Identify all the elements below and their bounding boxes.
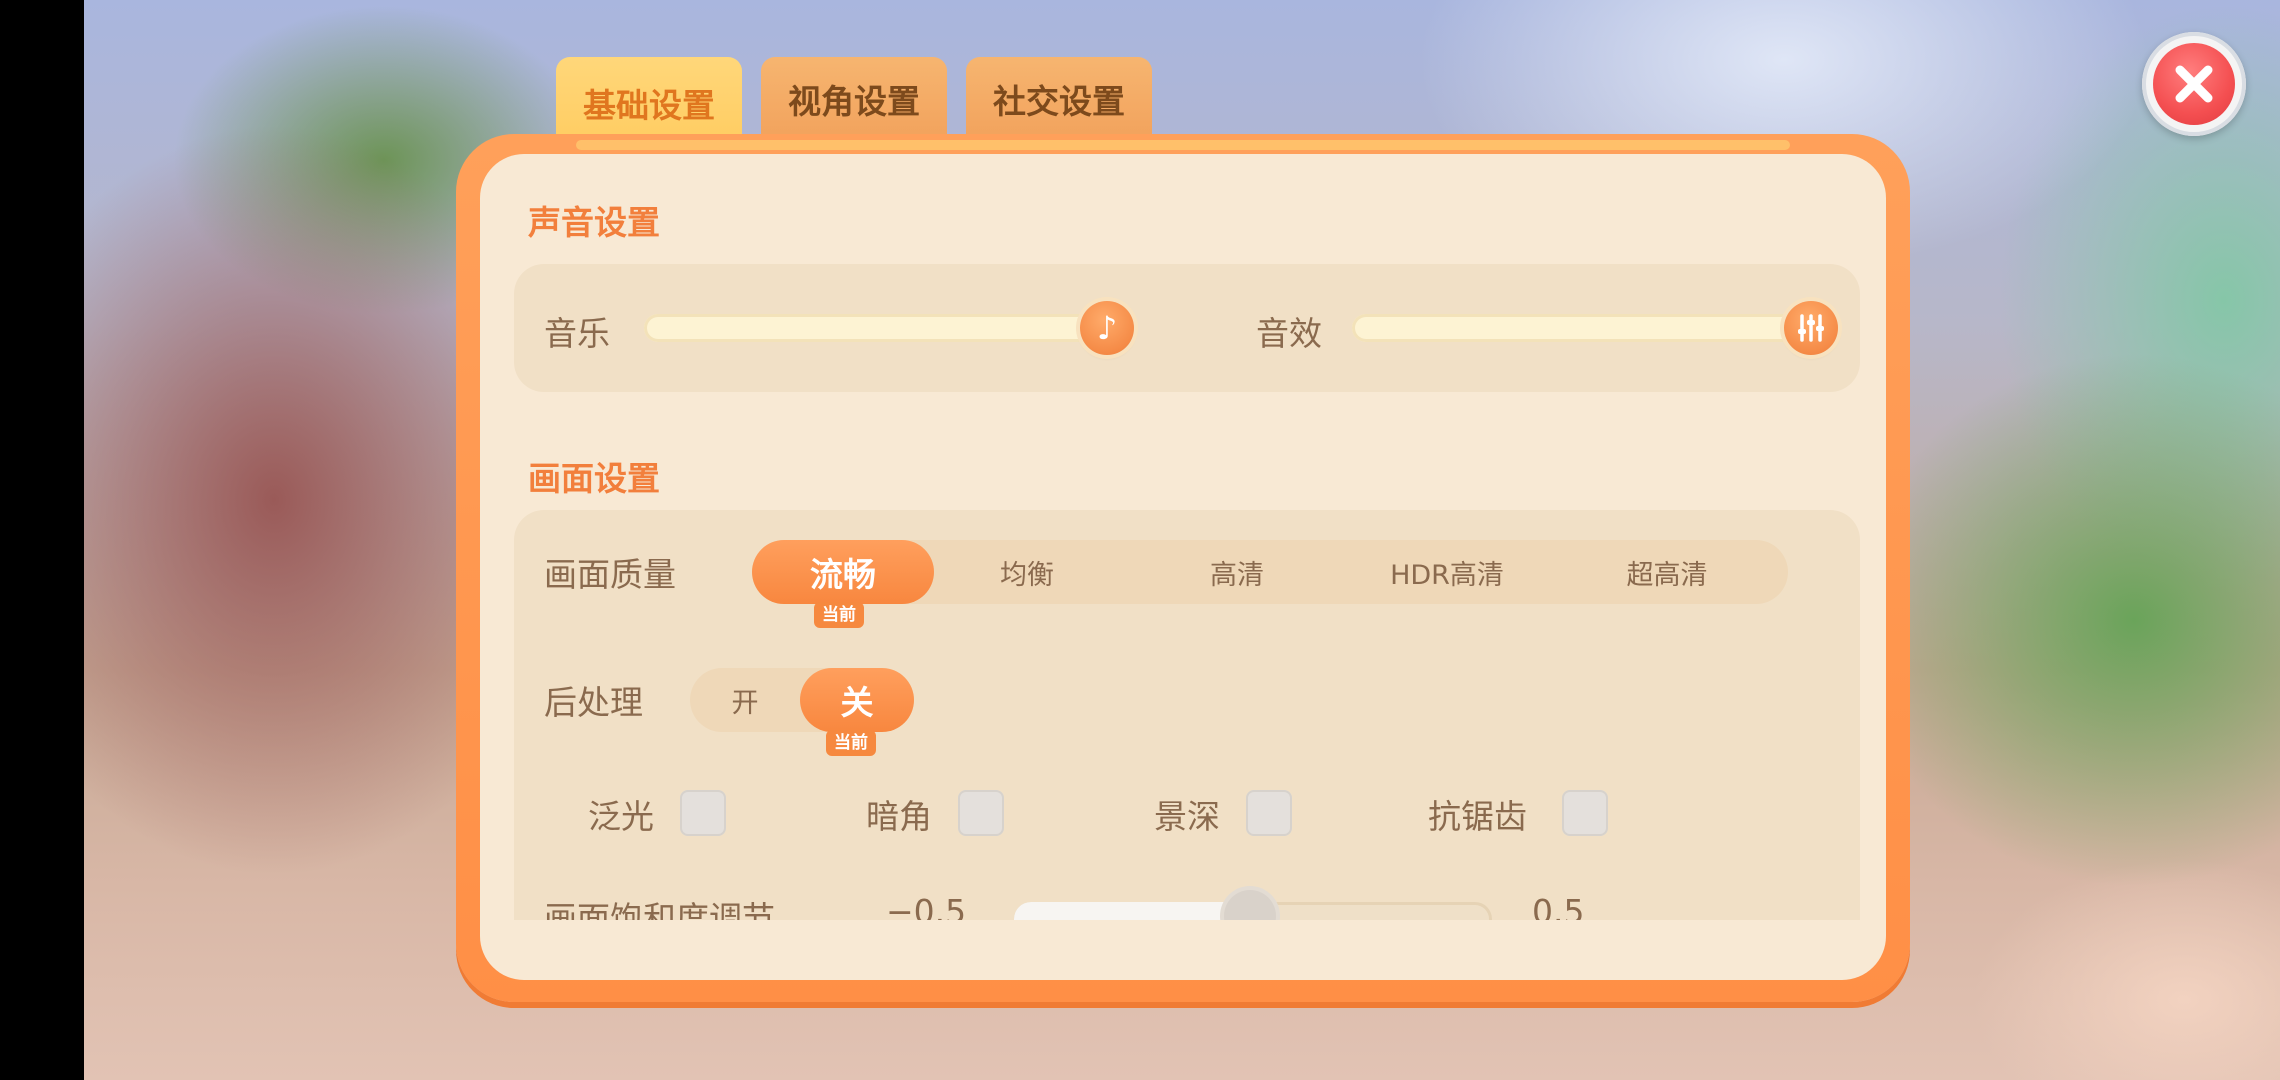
tab-label: 视角设置 (788, 82, 920, 121)
anti-aliasing-label: 抗锯齿 (1428, 797, 1527, 836)
quality-option-ultra-hd[interactable]: 超高清 (1582, 540, 1752, 604)
saturation-min-label: −0.5 (886, 892, 967, 920)
close-icon (2153, 43, 2235, 125)
music-note-icon: ♪ (1096, 309, 1118, 347)
post-processing-label: 后处理 (544, 683, 643, 722)
bloom-checkbox[interactable] (680, 790, 726, 836)
saturation-slider-handle[interactable] (1224, 890, 1276, 920)
graphics-card: 画面质量 流畅 均衡 高清 HDR高清 超高清 当前 后处理 开 关 当前 泛光… (514, 510, 1860, 920)
post-processing-on[interactable]: 开 (690, 668, 800, 732)
depth-of-field-checkbox[interactable] (1246, 790, 1292, 836)
anti-aliasing-checkbox[interactable] (1562, 790, 1608, 836)
quality-option-smooth[interactable]: 流畅 (752, 540, 934, 604)
quality-option-balanced[interactable]: 均衡 (952, 540, 1102, 604)
vignette-checkbox[interactable] (958, 790, 1004, 836)
post-processing-off[interactable]: 关 (800, 668, 914, 732)
post-processing-toggle: 开 关 (690, 668, 914, 732)
tab-camera-settings[interactable]: 视角设置 (761, 57, 947, 141)
close-button[interactable] (2142, 32, 2246, 136)
post-processing-current-badge: 当前 (826, 730, 876, 756)
graphics-section-title: 画面设置 (528, 459, 660, 498)
settings-panel: 声音设置 音乐 ♪ 音效 画面设置 画面质量 流畅 均衡 高清 HDR高清 超高… (480, 154, 1886, 980)
music-label: 音乐 (544, 314, 610, 353)
tab-social-settings[interactable]: 社交设置 (966, 57, 1152, 141)
quality-current-badge: 当前 (814, 602, 864, 628)
quality-label: 画面质量 (544, 555, 676, 594)
tab-label: 社交设置 (993, 82, 1125, 121)
sfx-label: 音效 (1256, 314, 1322, 353)
music-slider[interactable] (644, 314, 1104, 342)
sound-card: 音乐 ♪ 音效 (514, 264, 1860, 392)
sound-section-title: 声音设置 (528, 203, 660, 242)
quality-option-hd[interactable]: 高清 (1162, 540, 1312, 604)
equalizer-icon (1798, 314, 1824, 342)
vignette-label: 暗角 (866, 797, 932, 836)
sfx-slider[interactable] (1352, 314, 1822, 342)
settings-scroll-area[interactable]: 声音设置 音乐 ♪ 音效 画面设置 画面质量 流畅 均衡 高清 HDR高清 超高… (480, 154, 1886, 920)
depth-of-field-label: 景深 (1154, 797, 1220, 836)
saturation-label: 画面饱和度调节 (544, 899, 775, 920)
quality-selector: 流畅 均衡 高清 HDR高清 超高清 (752, 540, 1788, 604)
quality-option-hdr-hd[interactable]: HDR高清 (1362, 540, 1532, 604)
bloom-label: 泛光 (588, 797, 654, 836)
tab-label: 基础设置 (583, 86, 715, 125)
sfx-slider-handle[interactable] (1784, 301, 1838, 355)
music-slider-handle[interactable]: ♪ (1080, 301, 1134, 355)
saturation-max-label: 0.5 (1532, 892, 1585, 920)
